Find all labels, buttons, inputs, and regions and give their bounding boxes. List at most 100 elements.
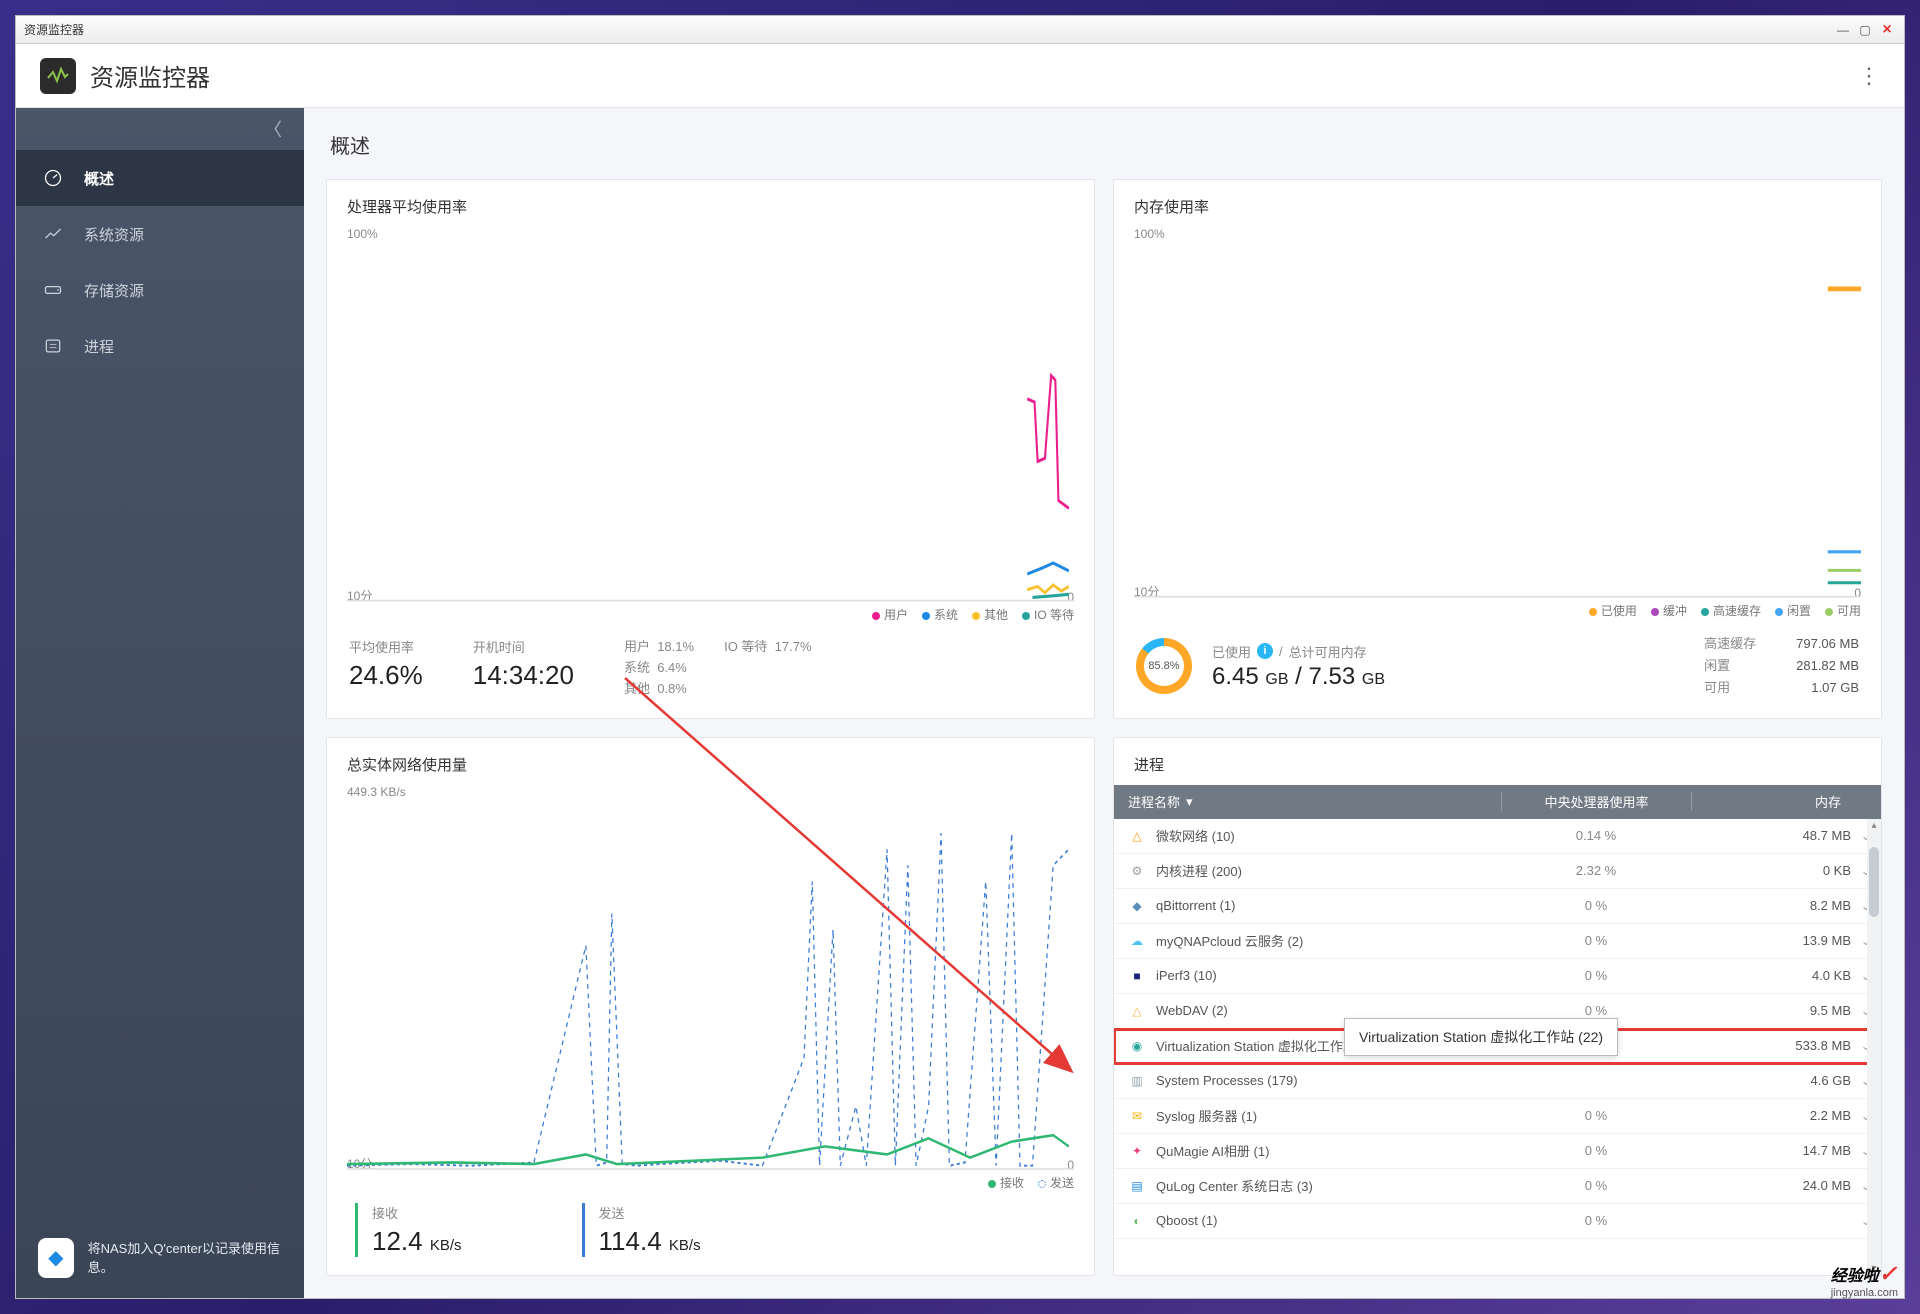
app-title: 资源监控器 — [90, 58, 210, 93]
card-title: 内存使用率 — [1114, 180, 1881, 227]
process-cpu: 2.32 % — [1501, 863, 1691, 878]
card-processes: 进程 进程名称 ▾ 中央处理器使用率 内存 △微软网络 (10)0.14 %48… — [1113, 737, 1882, 1277]
process-mem: 13.9 MB — [1691, 933, 1851, 948]
process-mem: 4.0 KB — [1691, 968, 1851, 983]
card-title: 处理器平均使用率 — [327, 180, 1094, 227]
scroll-thumb[interactable] — [1869, 847, 1879, 917]
uptime-value: 14:34:20 — [473, 660, 574, 691]
window-minimize-button[interactable]: — — [1834, 21, 1852, 39]
sidebar-item-processes[interactable]: 进程 — [16, 318, 304, 374]
sidebar-item-system-resources[interactable]: 系统资源 — [16, 206, 304, 262]
table-row[interactable]: ▤QuLog Center 系统日志 (3)0 %24.0 MB⌄ — [1114, 1169, 1881, 1204]
table-row[interactable]: ✉Syslog 服务器 (1)0 %2.2 MB⌄ — [1114, 1099, 1881, 1134]
nav-label: 概述 — [84, 168, 114, 189]
more-menu-button[interactable]: ⋮ — [1858, 73, 1880, 79]
table-row[interactable]: ✦QuMagie AI相册 (1)0 %14.7 MB⌄ — [1114, 1134, 1881, 1169]
app-logo-icon — [40, 58, 76, 94]
table-row[interactable]: ◐Qboost (1)0 %⌄ — [1114, 1204, 1881, 1239]
process-icon: ◉ — [1128, 1037, 1146, 1055]
process-mem: 24.0 MB — [1691, 1178, 1851, 1193]
process-mem: 0 KB — [1691, 863, 1851, 878]
cpu-stats: 平均使用率 24.6% 开机时间 14:34:20 用户 18.1% 系统 6.… — [327, 625, 1094, 717]
process-tooltip: Virtualization Station 虚拟化工作站 (22) — [1344, 1018, 1618, 1056]
nav-label: 进程 — [84, 336, 114, 357]
process-icon: ✦ — [1128, 1142, 1146, 1160]
window-title: 资源监控器 — [24, 21, 84, 38]
disk-icon — [42, 279, 64, 301]
network-stats: 接收 12.4 KB/s 发送 114.4 KB/s — [327, 1193, 1094, 1275]
sort-icon: ▾ — [1186, 794, 1193, 810]
sidebar: 〈 概述 系统资源 存储资源 进程 ◆ 将NAS加入Q'center以记录使用信… — [16, 108, 304, 1298]
qcenter-icon: ◆ — [38, 1238, 74, 1278]
info-icon[interactable]: i — [1257, 643, 1273, 659]
table-row[interactable]: ▥System Processes (179)4.6 GB⌄ — [1114, 1064, 1881, 1099]
table-row[interactable]: ◆qBittorrent (1)0 %8.2 MB⌄ — [1114, 889, 1881, 924]
process-name: QuLog Center 系统日志 (3) — [1156, 1176, 1501, 1195]
process-table-header: 进程名称 ▾ 中央处理器使用率 内存 — [1114, 785, 1881, 819]
card-cpu-usage: 处理器平均使用率 100% 10分 0 — [326, 179, 1095, 719]
sidebar-footer-text: 将NAS加入Q'center以记录使用信息。 — [88, 1239, 282, 1278]
card-network-usage: 总实体网络使用量 449.3 KB/s 10分 0 接收 发送 — [326, 737, 1095, 1277]
tx-label: 发送 — [599, 1203, 701, 1222]
sidebar-footer-notice[interactable]: ◆ 将NAS加入Q'center以记录使用信息。 — [16, 1218, 304, 1298]
window-close-button[interactable]: × — [1878, 21, 1896, 39]
nav-label: 存储资源 — [84, 280, 144, 301]
process-icon: ■ — [1128, 967, 1146, 985]
col-cpu-usage[interactable]: 中央处理器使用率 — [1501, 792, 1691, 811]
nav-label: 系统资源 — [84, 224, 144, 245]
process-name: iPerf3 (10) — [1156, 968, 1501, 983]
card-memory-usage: 内存使用率 100% 10分 0 已 — [1113, 179, 1882, 719]
col-memory[interactable]: 内存 — [1691, 792, 1881, 811]
table-row[interactable]: ☁myQNAPcloud 云服务 (2)0 %13.9 MB⌄ — [1114, 924, 1881, 959]
sidebar-item-storage-resources[interactable]: 存储资源 — [16, 262, 304, 318]
process-name: 微软网络 (10) — [1156, 826, 1501, 845]
process-icon: ◐ — [1128, 1212, 1146, 1230]
process-icon: ✉ — [1128, 1107, 1146, 1125]
process-cpu: 0 % — [1501, 968, 1691, 983]
main-content: 概述 处理器平均使用率 100% 10分 0 — [304, 108, 1904, 1298]
cpu-chart: 100% 10分 0 — [347, 227, 1074, 602]
sidebar-collapse-button[interactable]: 〈 — [16, 108, 304, 150]
scroll-up-icon[interactable]: ▴ — [1867, 819, 1881, 833]
process-mem: 9.5 MB — [1691, 1003, 1851, 1018]
process-cpu: 0 % — [1501, 1143, 1691, 1158]
avg-usage-label: 平均使用率 — [349, 637, 423, 656]
window-titlebar: 资源监控器 — ▢ × — [16, 16, 1904, 44]
process-cpu: 0 % — [1501, 898, 1691, 913]
process-name: System Processes (179) — [1156, 1073, 1501, 1088]
rx-label: 接收 — [372, 1203, 462, 1222]
col-process-name[interactable]: 进程名称 ▾ — [1114, 792, 1501, 811]
process-cpu: 0 % — [1501, 1108, 1691, 1123]
sidebar-item-overview[interactable]: 概述 — [16, 150, 304, 206]
window-maximize-button[interactable]: ▢ — [1856, 21, 1874, 39]
process-icon: △ — [1128, 1002, 1146, 1020]
process-mem: 4.6 GB — [1691, 1073, 1851, 1088]
table-row[interactable]: ⚙内核进程 (200)2.32 %0 KB⌄ — [1114, 854, 1881, 889]
process-mem: 14.7 MB — [1691, 1143, 1851, 1158]
process-icon: ▥ — [1128, 1072, 1146, 1090]
table-row[interactable]: ■iPerf3 (10)0 %4.0 KB⌄ — [1114, 959, 1881, 994]
process-cpu: 0 % — [1501, 933, 1691, 948]
card-title: 总实体网络使用量 — [327, 738, 1094, 785]
watermark: 经验啦✓ jingyanla.com — [1831, 1261, 1898, 1299]
app-header: 资源监控器 ⋮ — [16, 44, 1904, 108]
process-cpu: 0 % — [1501, 1213, 1691, 1228]
process-cpu: 0 % — [1501, 1003, 1691, 1018]
process-icon: ◆ — [1128, 897, 1146, 915]
card-title: 进程 — [1114, 738, 1881, 785]
memory-legend: 已使用 缓冲 高速缓存 闲置 可用 — [1114, 598, 1881, 621]
page-title: 概述 — [326, 108, 1882, 179]
process-scrollbar[interactable]: ▴ ▾ — [1867, 819, 1881, 1276]
process-mem: 2.2 MB — [1691, 1108, 1851, 1123]
memory-donut-icon: 85.8% — [1136, 638, 1192, 694]
process-mem: 8.2 MB — [1691, 898, 1851, 913]
process-icon: ☁ — [1128, 932, 1146, 950]
chart-line-icon — [42, 223, 64, 245]
process-name: WebDAV (2) — [1156, 1003, 1501, 1018]
process-mem: 533.8 MB — [1691, 1038, 1851, 1053]
avg-usage-value: 24.6% — [349, 660, 423, 691]
process-name: 内核进程 (200) — [1156, 861, 1501, 880]
process-name: myQNAPcloud 云服务 (2) — [1156, 931, 1501, 950]
process-icon: △ — [1128, 827, 1146, 845]
table-row[interactable]: △微软网络 (10)0.14 %48.7 MB⌄ — [1114, 819, 1881, 854]
